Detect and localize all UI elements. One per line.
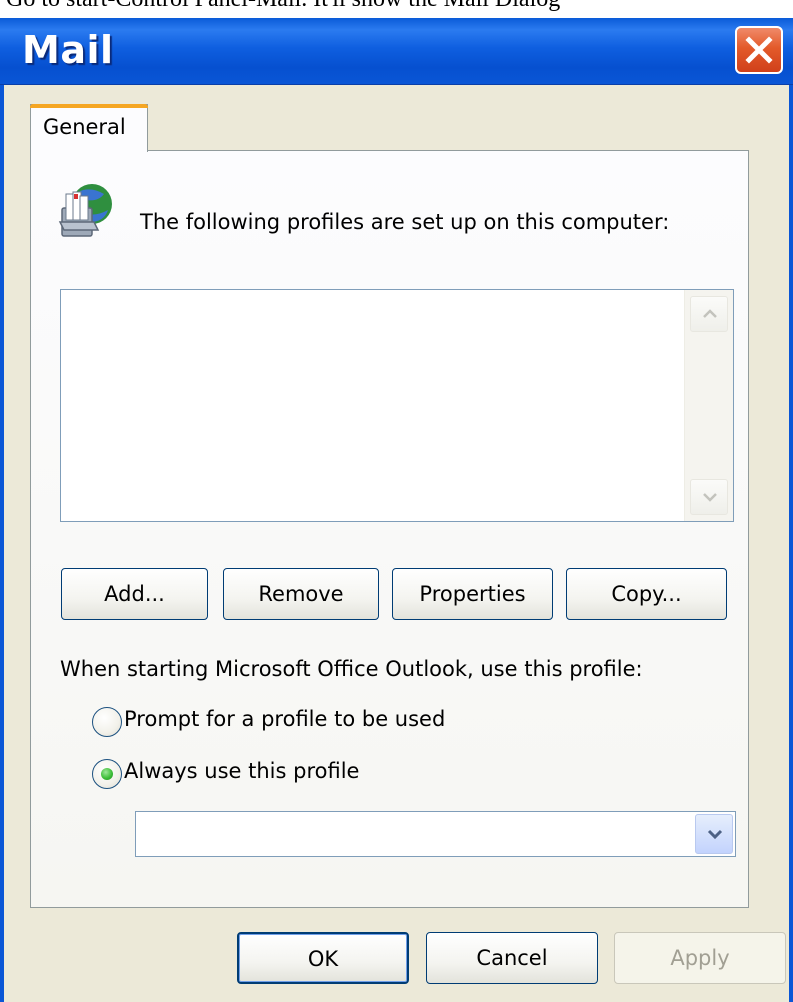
radio-selected-dot — [101, 768, 113, 780]
cancel-button[interactable]: Cancel — [426, 932, 598, 984]
scroll-up-button[interactable] — [690, 296, 728, 332]
ok-button[interactable]: OK — [237, 932, 409, 984]
always-profile-radio[interactable] — [92, 759, 122, 789]
profile-dropdown[interactable] — [135, 811, 736, 857]
dropdown-toggle-button[interactable] — [695, 814, 733, 854]
general-panel — [30, 150, 749, 908]
chevron-down-icon — [703, 493, 717, 502]
remove-profile-button[interactable]: Remove — [223, 568, 379, 620]
title-bar[interactable]: Mail — [0, 18, 793, 85]
profile-listbox[interactable] — [60, 289, 734, 522]
scroll-down-button[interactable] — [690, 479, 728, 515]
profiles-label: The following profiles are set up on thi… — [140, 210, 670, 234]
tab-general-label: General — [43, 115, 126, 139]
prompt-profile-radio[interactable] — [92, 707, 122, 737]
copy-profile-button[interactable]: Copy... — [566, 568, 727, 620]
close-button[interactable] — [735, 26, 783, 74]
always-profile-label: Always use this profile — [124, 759, 360, 783]
mail-dialog: Mail General The following profiles are … — [0, 0, 793, 1002]
window-title: Mail — [22, 28, 114, 72]
chevron-up-icon — [703, 309, 717, 318]
chevron-down-icon — [707, 829, 723, 840]
close-icon — [745, 36, 773, 64]
mail-profiles-icon — [58, 184, 112, 237]
startup-profile-label: When starting Microsoft Office Outlook, … — [60, 657, 643, 681]
tab-general[interactable]: General — [30, 104, 148, 152]
prompt-profile-label: Prompt for a profile to be used — [124, 707, 446, 731]
profile-properties-button[interactable]: Properties — [392, 568, 553, 620]
apply-button[interactable]: Apply — [614, 932, 786, 984]
profile-list-scrollbar[interactable] — [684, 290, 733, 521]
add-profile-button[interactable]: Add... — [61, 568, 208, 620]
